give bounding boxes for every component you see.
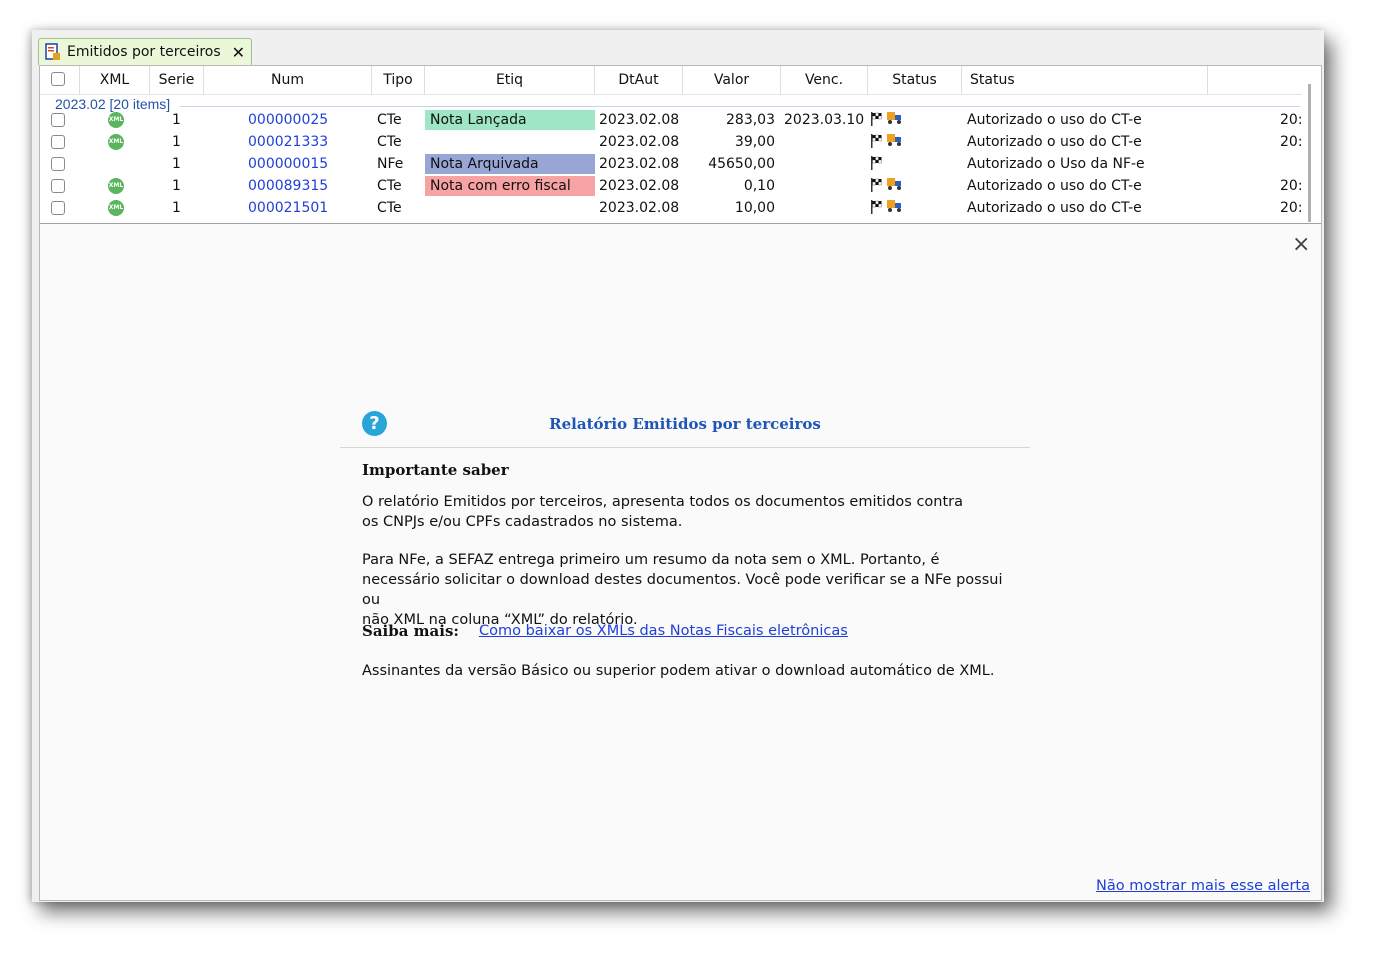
- content-panel: XML Serie Num Tipo Etiq DtAut Valor Venc…: [39, 65, 1322, 901]
- alert-paragraph-2-line-2: necessário solicitar o download destes d…: [362, 572, 1003, 608]
- checkered-flag-icon: [870, 133, 884, 155]
- cell-status: Autorizado o uso do CT-e: [967, 112, 1142, 128]
- row-checkbox[interactable]: [51, 201, 65, 215]
- col-header-extra: [1208, 66, 1302, 94]
- cell-tipo: CTe: [377, 134, 402, 150]
- col-header-status[interactable]: Status: [962, 66, 1208, 94]
- truck-icon: [886, 198, 904, 220]
- cell-valor: 0,10: [743, 178, 775, 194]
- cell-num[interactable]: 000000025: [248, 109, 328, 131]
- cell-dtaut: 2023.02.08: [599, 134, 680, 150]
- cell-tipo: CTe: [377, 178, 402, 194]
- row-checkbox[interactable]: [51, 157, 65, 171]
- col-header-status-icon[interactable]: Status: [868, 66, 962, 94]
- cell-serie: 1: [172, 112, 181, 128]
- alert-heading: Importante saber: [362, 461, 509, 479]
- close-alert-button[interactable]: ×: [1292, 234, 1310, 256]
- xml-available-icon[interactable]: XML: [108, 112, 124, 128]
- table-row[interactable]: XML 1 000000025 CTe Nota Lançada 2023.02.08 28…: [40, 109, 1302, 131]
- col-header-tipo[interactable]: Tipo: [372, 66, 425, 94]
- checkered-flag-icon: [870, 155, 884, 177]
- cell-tipo: CTe: [377, 112, 402, 128]
- cell-num[interactable]: 000089315: [248, 175, 328, 197]
- cell-tipo: CTe: [377, 200, 402, 216]
- truck-icon: [886, 132, 904, 154]
- checkered-flag-icon: [870, 177, 884, 199]
- alert-paragraph-2-line-1: Para NFe, a SEFAZ entrega primeiro um re…: [362, 552, 940, 568]
- learn-more-link[interactable]: Como baixar os XMLs das Notas Fiscais el…: [479, 623, 848, 639]
- cell-valor: 39,00: [734, 134, 775, 150]
- col-header-num[interactable]: Num: [204, 66, 372, 94]
- cell-serie: 1: [172, 134, 181, 150]
- cell-serie: 1: [172, 200, 181, 216]
- cell-extra: 20:: [1280, 134, 1302, 150]
- cell-status: Autorizado o Uso da NF-e: [967, 156, 1145, 172]
- select-all-header: [40, 66, 80, 94]
- alert-paragraph-1-line-2: os CNPJs e/ou CPFs cadastrados no sistem…: [362, 514, 683, 530]
- alert-paragraph-1: O relatório Emitidos por terceiros, apre…: [362, 492, 1022, 532]
- cell-num[interactable]: 000021333: [248, 131, 328, 153]
- row-checkbox[interactable]: [51, 113, 65, 127]
- select-all-checkbox[interactable]: [51, 72, 65, 86]
- cell-dtaut: 2023.02.08: [599, 200, 680, 216]
- report-icon: [45, 43, 60, 60]
- cell-extra: [1280, 153, 1302, 175]
- cell-tipo: NFe: [377, 156, 404, 172]
- documents-grid: XML Serie Num Tipo Etiq DtAut Valor Venc…: [40, 66, 1321, 224]
- row-checkbox[interactable]: [51, 135, 65, 149]
- alert-paragraph-3: Assinantes da versão Básico ou superior …: [362, 663, 995, 679]
- xml-available-icon[interactable]: XML: [108, 134, 124, 150]
- col-header-etiq[interactable]: Etiq: [425, 66, 595, 94]
- checkered-flag-icon: [870, 111, 884, 133]
- cell-dtaut: 2023.02.08: [599, 178, 680, 194]
- table-row[interactable]: XML 1 000089315 CTe Nota com erro fiscal 2023…: [40, 175, 1302, 197]
- cell-serie: 1: [172, 156, 181, 172]
- col-header-venc[interactable]: Venc.: [781, 66, 868, 94]
- truck-icon: [886, 176, 904, 198]
- cell-status: Autorizado o uso do CT-e: [967, 134, 1142, 150]
- report-window: Emitidos por terceiros ✕ XML Serie Num T…: [32, 30, 1324, 902]
- cell-num[interactable]: 000000015: [248, 153, 328, 175]
- table-row[interactable]: XML 1 000021333 CTe 2023.02.08 39,00 Autorizad…: [40, 131, 1302, 153]
- table-row[interactable]: XML 1 000021501 CTe 2023.02.08 10,00 Autorizad…: [40, 197, 1302, 219]
- checkered-flag-icon: [870, 199, 884, 221]
- tab-emitidos-por-terceiros[interactable]: Emitidos por terceiros ✕: [38, 38, 252, 65]
- grid-scrollbar[interactable]: [1308, 84, 1311, 222]
- close-tab-button[interactable]: ✕: [232, 43, 245, 62]
- xml-available-icon[interactable]: XML: [108, 200, 124, 216]
- cell-extra: 20:: [1280, 178, 1302, 194]
- cell-etiq-tag[interactable]: Nota Arquivada: [425, 154, 595, 174]
- dont-show-again-link[interactable]: Não mostrar mais esse alerta: [1096, 878, 1310, 894]
- cell-extra: 20:: [1280, 112, 1302, 128]
- tab-label: Emitidos por terceiros: [67, 44, 221, 60]
- cell-dtaut: 2023.02.08: [599, 112, 680, 128]
- alert-title: Relatório Emitidos por terceiros: [549, 415, 821, 433]
- learn-more-label: Saiba mais:: [362, 622, 459, 640]
- col-header-dtaut[interactable]: DtAut: [595, 66, 683, 94]
- group-divider: [180, 106, 1300, 107]
- alert-paragraph-2: Para NFe, a SEFAZ entrega primeiro um re…: [362, 550, 1022, 630]
- cell-status: Autorizado o uso do CT-e: [967, 178, 1142, 194]
- cell-serie: 1: [172, 178, 181, 194]
- col-header-serie[interactable]: Serie: [150, 66, 204, 94]
- cell-num[interactable]: 000021501: [248, 197, 328, 219]
- cell-venc: 2023.03.10: [784, 112, 865, 128]
- row-checkbox[interactable]: [51, 179, 65, 193]
- cell-etiq-tag[interactable]: Nota Lançada: [425, 110, 595, 130]
- cell-valor: 283,03: [726, 112, 775, 128]
- truck-icon: [886, 110, 904, 132]
- alert-paragraph-1-line-1: O relatório Emitidos por terceiros, apre…: [362, 494, 964, 510]
- cell-extra: 20:: [1280, 200, 1302, 216]
- table-row[interactable]: 1 000000015 NFe Nota Arquivada 2023.02.08 456…: [40, 153, 1302, 175]
- cell-etiq-tag[interactable]: Nota com erro fiscal: [425, 176, 595, 196]
- alert-divider: [340, 447, 1030, 448]
- cell-valor: 10,00: [734, 200, 775, 216]
- cell-dtaut: 2023.02.08: [599, 156, 680, 172]
- col-header-xml[interactable]: XML: [80, 66, 150, 94]
- grid-header: XML Serie Num Tipo Etiq DtAut Valor Venc…: [40, 66, 1302, 95]
- col-header-valor[interactable]: Valor: [683, 66, 781, 94]
- xml-available-icon[interactable]: XML: [108, 178, 124, 194]
- cell-valor: 45650,00: [708, 156, 775, 172]
- cell-status: Autorizado o uso do CT-e: [967, 200, 1142, 216]
